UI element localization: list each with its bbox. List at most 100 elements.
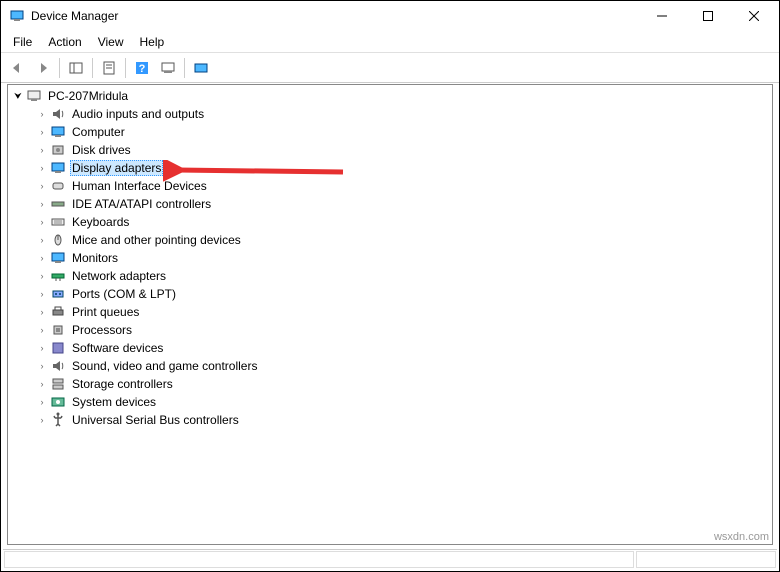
tree-node-label: Universal Serial Bus controllers xyxy=(70,413,241,427)
tree-node[interactable]: › IDE ATA/ATAPI controllers xyxy=(8,195,772,213)
expand-arrow-icon[interactable]: › xyxy=(36,270,48,282)
expand-arrow-icon[interactable]: › xyxy=(36,234,48,246)
monitor-icon xyxy=(50,250,66,266)
expand-arrow-icon[interactable]: › xyxy=(36,162,48,174)
toolbar-separator xyxy=(92,58,93,78)
monitor-icon xyxy=(50,160,66,176)
tree-node-label: Human Interface Devices xyxy=(70,179,209,193)
window-title: Device Manager xyxy=(31,9,639,23)
tree-node-label: Keyboards xyxy=(70,215,131,229)
view-devices-button[interactable] xyxy=(189,56,213,80)
tree-node-label: Print queues xyxy=(70,305,141,319)
monitor-icon xyxy=(50,124,66,140)
tree-node-label: System devices xyxy=(70,395,158,409)
svg-text:?: ? xyxy=(139,63,146,75)
tree-node-label: Network adapters xyxy=(70,269,168,283)
expand-arrow-icon[interactable]: › xyxy=(36,216,48,228)
expand-arrow-icon[interactable]: › xyxy=(36,396,48,408)
device-tree[interactable]: ⮟ PC-207Mridula › Audio inputs and output… xyxy=(7,84,773,545)
tree-node-label: Computer xyxy=(70,125,127,139)
back-button[interactable] xyxy=(5,56,29,80)
tree-node[interactable]: ›Storage controllers xyxy=(8,375,772,393)
tree-node-label: Disk drives xyxy=(70,143,133,157)
minimize-button[interactable] xyxy=(639,1,685,31)
status-segment-right xyxy=(636,551,776,568)
menu-help[interactable]: Help xyxy=(132,33,173,51)
mouse-icon xyxy=(50,232,66,248)
ide-icon xyxy=(50,196,66,212)
tree-node[interactable]: › Mice and other pointing devices xyxy=(8,231,772,249)
usb-icon xyxy=(50,412,66,428)
tree-node-label: Audio inputs and outputs xyxy=(70,107,206,121)
tree-node-label: Processors xyxy=(70,323,134,337)
tree-node[interactable]: › Universal Serial Bus controllers xyxy=(8,411,772,429)
toolbar-separator xyxy=(184,58,185,78)
disk-icon xyxy=(50,142,66,158)
tree-node-label: Software devices xyxy=(70,341,165,355)
menu-file[interactable]: File xyxy=(5,33,40,51)
expand-arrow-icon[interactable]: ⮟ xyxy=(12,90,24,102)
tree-node[interactable]: › Sound, video and game controllers xyxy=(8,357,772,375)
tree-node[interactable]: › Processors xyxy=(8,321,772,339)
port-icon xyxy=(50,286,66,302)
statusbar xyxy=(3,549,777,569)
tree-root-label: PC-207Mridula xyxy=(46,89,130,103)
status-segment-main xyxy=(4,551,634,568)
tree-node[interactable]: › System devices xyxy=(8,393,772,411)
speaker-icon xyxy=(50,358,66,374)
tree-node[interactable]: › Computer xyxy=(8,123,772,141)
properties-button[interactable] xyxy=(97,56,121,80)
toolbar: ? xyxy=(1,53,779,83)
storage-icon xyxy=(50,376,66,392)
menubar: File Action View Help xyxy=(1,31,779,53)
tree-node[interactable]: › Ports (COM & LPT) xyxy=(8,285,772,303)
tree-node-label: Ports (COM & LPT) xyxy=(70,287,178,301)
expand-arrow-icon[interactable]: › xyxy=(36,126,48,138)
expand-arrow-icon[interactable]: › xyxy=(36,108,48,120)
software-icon xyxy=(50,340,66,356)
expand-arrow-icon[interactable]: › xyxy=(36,144,48,156)
expand-arrow-icon[interactable]: › xyxy=(36,180,48,192)
tree-node[interactable]: › Display adapters xyxy=(8,159,772,177)
help-button[interactable]: ? xyxy=(130,56,154,80)
tree-node[interactable]: › Monitors xyxy=(8,249,772,267)
menu-action[interactable]: Action xyxy=(40,33,89,51)
tree-root-node[interactable]: ⮟ PC-207Mridula xyxy=(8,87,772,105)
expand-arrow-icon[interactable]: › xyxy=(36,306,48,318)
tree-node-label: Mice and other pointing devices xyxy=(70,233,243,247)
tree-node[interactable]: › Human Interface Devices xyxy=(8,177,772,195)
hid-icon xyxy=(50,178,66,194)
expand-arrow-icon[interactable]: › xyxy=(36,342,48,354)
maximize-button[interactable] xyxy=(685,1,731,31)
close-button[interactable] xyxy=(731,1,777,31)
system-icon xyxy=(50,394,66,410)
tree-node[interactable]: › Disk drives xyxy=(8,141,772,159)
tree-node-label: Display adapters xyxy=(70,160,163,176)
menu-view[interactable]: View xyxy=(90,33,132,51)
expand-arrow-icon[interactable]: › xyxy=(36,360,48,372)
tree-node-label: Sound, video and game controllers xyxy=(70,359,259,373)
app-icon xyxy=(9,8,25,24)
tree-node[interactable]: › Network adapters xyxy=(8,267,772,285)
expand-arrow-icon[interactable]: › xyxy=(36,324,48,336)
network-icon xyxy=(50,268,66,284)
forward-button[interactable] xyxy=(31,56,55,80)
tree-node[interactable]: › Software devices xyxy=(8,339,772,357)
expand-arrow-icon[interactable]: › xyxy=(36,252,48,264)
scan-hardware-button[interactable] xyxy=(156,56,180,80)
expand-arrow-icon[interactable]: › xyxy=(36,414,48,426)
watermark: wsxdn.com xyxy=(714,531,769,543)
toolbar-separator xyxy=(125,58,126,78)
expand-arrow-icon[interactable]: › xyxy=(36,378,48,390)
show-hide-tree-button[interactable] xyxy=(64,56,88,80)
tree-node[interactable]: › Print queues xyxy=(8,303,772,321)
titlebar: Device Manager xyxy=(1,1,779,31)
computer-icon xyxy=(26,88,42,104)
tree-node[interactable]: › Audio inputs and outputs xyxy=(8,105,772,123)
tree-node-label: IDE ATA/ATAPI controllers xyxy=(70,197,213,211)
window-controls xyxy=(639,1,777,31)
expand-arrow-icon[interactable]: › xyxy=(36,198,48,210)
tree-node[interactable]: › Keyboards xyxy=(8,213,772,231)
tree-node-label: Monitors xyxy=(70,251,120,265)
expand-arrow-icon[interactable]: › xyxy=(36,288,48,300)
